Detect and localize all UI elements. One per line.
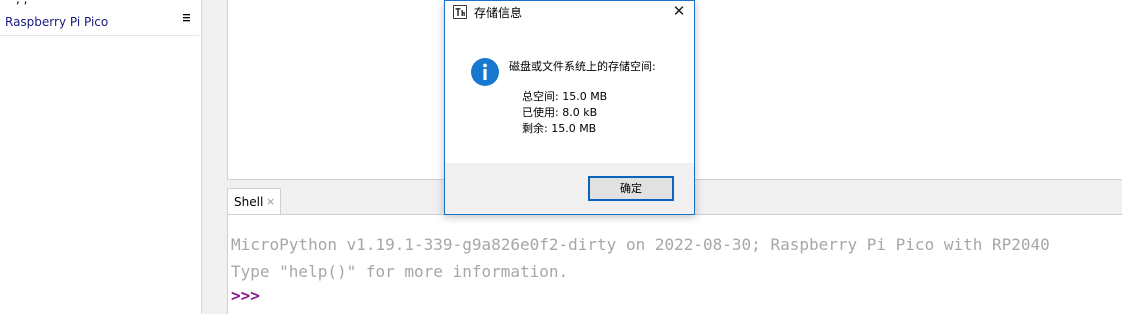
tab-shell-label: Shell [234,195,264,209]
shell-output-line: Type "help()" for more information. [231,262,569,281]
shell-console[interactable]: MicroPython v1.19.1-339-g9a826e0f2-dirty… [227,214,1122,314]
free-space-text: 剩余: 15.0 MB [522,122,597,135]
message-heading: 磁盘或文件系统上的存储空间: [509,60,656,73]
tab-shell[interactable]: Shell × [227,188,281,214]
info-icon [470,57,500,87]
close-icon[interactable]: ✕ [670,2,688,20]
panel-splitter[interactable] [201,0,227,314]
files-panel: —, , Raspberry Pi Pico [0,0,201,314]
device-label: Raspberry Pi Pico [5,15,109,29]
hamburger-menu-icon[interactable] [183,13,191,26]
device-header[interactable]: Raspberry Pi Pico [0,8,199,36]
dialog-title: 存储信息 [474,6,523,20]
storage-info-dialog: 存储信息 ✕ 磁盘或文件系统上的存储空间: 总空间: 15.0 MB 已使用: … [444,0,695,215]
thonny-window: —, , Raspberry Pi Pico Shell × MicroPyth… [0,0,1122,314]
used-space-text: 已使用: 8.0 kB [522,106,598,119]
shell-output-line: MicroPython v1.19.1-339-g9a826e0f2-dirty… [231,235,1050,254]
dialog-body: 磁盘或文件系统上的存储空间: 总空间: 15.0 MB 已使用: 8.0 kB … [445,23,694,163]
partial-path-text: —, , [4,0,27,6]
dialog-titlebar[interactable]: 存储信息 ✕ [445,1,694,23]
thonny-icon [453,4,467,19]
ok-button[interactable]: 确定 [588,176,674,201]
files-panel-top-row: —, , [0,0,201,7]
total-space-text: 总空间: 15.0 MB [522,90,608,103]
close-icon[interactable]: × [266,195,275,208]
dialog-footer: 确定 [445,163,694,214]
shell-prompt[interactable]: >>> [231,286,260,305]
